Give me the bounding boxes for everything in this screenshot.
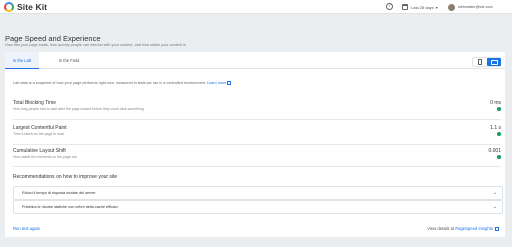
google-g-icon [4,2,14,12]
metric-largest-contentful-paint: Largest Contentful Paint Time it takes f… [13,125,501,139]
metric-value: 1.1 s [490,125,501,131]
chevron-down-icon: ⌄ [492,204,497,210]
external-link-icon [495,226,499,231]
metric-name: Cumulative Layout Shift [13,148,66,154]
mobile-button[interactable] [473,58,487,66]
date-range-selector[interactable]: Last 28 days ▾ [402,3,438,11]
divider [13,144,501,145]
phone-icon [478,59,482,65]
chevron-down-icon: ▾ [435,4,438,10]
pagespeed-insights-link[interactable]: PageSpeed Insights [455,226,492,231]
divider [13,166,501,167]
recommendation-item[interactable]: Riduci il tempo di risposta iniziale del… [13,186,503,200]
metric-value: 0.001 [488,148,501,154]
page-title: Page Speed and Experience [5,34,101,43]
page-subtitle: How fast your page loads, how quickly pe… [5,43,186,47]
metric-name: Largest Contentful Paint [13,125,67,131]
status-good-icon [497,155,501,159]
desktop-button[interactable] [487,58,501,66]
lab-data-intro: Lab data is a snapshot of how your page … [13,81,232,85]
date-range-label: Last 28 days [411,4,434,10]
status-good-icon [497,107,501,111]
page-speed-card: In the Lab In the Field Lab data is a sn… [5,52,505,237]
account-menu[interactable]: webmaster@site.com [448,3,493,11]
recommendation-text: Riduci il tempo di risposta iniziale del… [22,191,96,195]
metric-desc: How stable the elements on the page are [13,155,77,159]
recommendation-text: Pubblica le risorse statiche con criteri… [22,205,118,209]
site-kit-logo[interactable]: Site Kit [4,1,47,13]
divider [13,119,501,120]
app-name: Site Kit [17,2,48,12]
learn-more-link[interactable]: Learn more [207,81,226,85]
metric-value: 0 ms [490,100,501,106]
help-icon[interactable]: ? [386,3,393,10]
metric-total-blocking-time: Total Blocking Time How long people had … [13,100,501,114]
avatar [448,3,455,11]
tab-in-the-lab[interactable]: In the Lab [5,52,39,69]
device-toggle [472,57,501,67]
top-bar: Site Kit ? Last 28 days ▾ webmaster@site… [0,0,512,14]
metric-name: Total Blocking Time [13,100,57,106]
view-details: View details at PageSpeed Insights [427,226,499,231]
chevron-down-icon: ⌄ [492,190,497,196]
status-good-icon [497,132,501,136]
tab-bar: In the Lab In the Field [5,52,505,69]
intro-text: Lab data is a snapshot of how your page … [13,81,206,85]
run-test-again-link[interactable]: Run test again [13,226,40,231]
metric-desc: How long people had to wait after the pa… [13,107,144,111]
tab-in-the-field[interactable]: In the Field [39,52,99,69]
metric-desc: Time it takes for the page to load [13,132,64,136]
recommendations-title: Recommendations on how to improve your s… [13,174,118,180]
monitor-icon [490,59,498,65]
calendar-icon [402,4,408,10]
metric-cumulative-layout-shift: Cumulative Layout Shift How stable the e… [13,148,501,162]
view-details-prefix: View details at [427,226,455,231]
recommendation-item[interactable]: Pubblica le risorse statiche con criteri… [13,200,503,214]
account-email: webmaster@site.com [458,5,493,9]
external-link-icon [227,81,232,85]
